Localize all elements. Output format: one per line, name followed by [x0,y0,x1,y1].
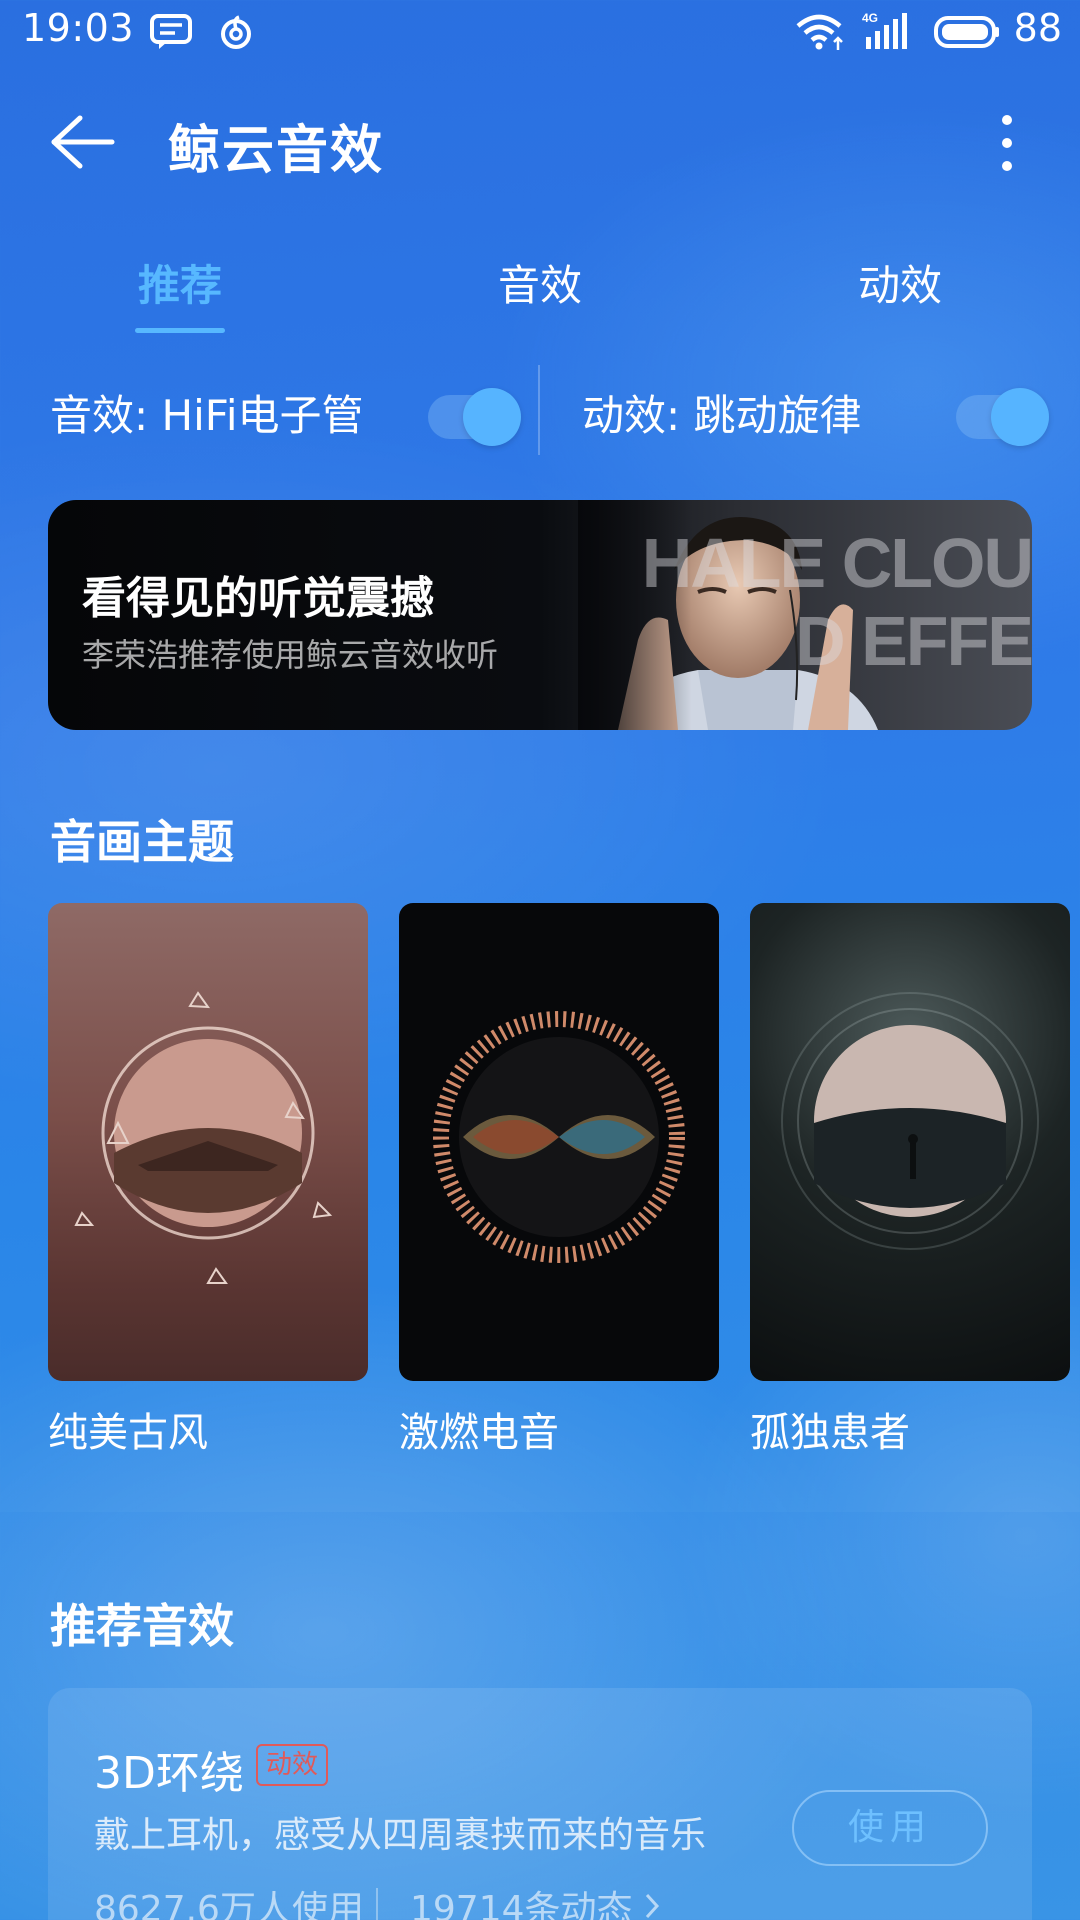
banner-image-text: HALE CLOU D EFFE [642,524,1032,680]
message-icon [148,12,194,52]
theme-card-ancient[interactable] [48,903,368,1381]
sound-effect-label: 音效: HiFi电子管 [50,391,364,440]
signal-icon: 4G [862,11,912,52]
theme-label: 激燃电音 [399,1410,559,1456]
effect-badge: 动效 [256,1744,329,1786]
tab-motion-effect[interactable]: 动效 [780,252,1020,313]
more-vertical-icon [1002,115,1012,171]
tab-sound-effect[interactable]: 音效 [420,252,660,313]
tab-indicator [135,328,225,333]
effect-posts-link[interactable]: 19714条动态 [410,1880,663,1920]
motion-effect-toggle[interactable] [956,388,1056,446]
status-time: 19:03 [22,6,135,50]
more-menu-button[interactable] [990,112,1024,174]
banner-image-text-line: D EFFE [795,602,1032,680]
theme-art [781,992,1039,1250]
banner-image-text-line: HALE CLOU [641,524,1032,602]
theme-card-lonely[interactable] [750,903,1070,1381]
tab-recommend[interactable]: 推荐 [60,252,300,313]
back-button[interactable] [48,112,118,172]
effect-users: 8627.6万人使用 [94,1889,364,1920]
theme-art [74,991,333,1284]
toggle-knob [463,388,521,446]
sound-effect-toggle[interactable] [428,388,528,446]
toggle-divider [538,365,540,455]
netease-music-icon [214,12,258,52]
effect-title: 3D环绕 [94,1748,244,1799]
effect-posts: 19714条动态 [410,1889,633,1920]
wifi-icon [794,12,844,52]
back-arrow-icon [51,115,115,169]
themes-section-title: 音画主题 [50,815,234,869]
battery-icon [934,12,1000,52]
network-type: 4G [862,11,878,25]
promo-banner[interactable]: HALE CLOU D EFFE 看得见的听觉震撼 李荣浩推荐使用鲸云音效收听 [48,500,1032,730]
banner-title: 看得见的听觉震撼 [82,573,434,624]
recommended-section-title: 推荐音效 [50,1599,234,1653]
effect-description: 戴上耳机，感受从四周裹挟而来的音乐 [94,1815,707,1856]
chevron-right-icon [645,1893,659,1919]
battery-percent: 88 [1013,6,1062,50]
use-button[interactable]: 使用 [792,1790,988,1866]
toggle-knob [991,388,1049,446]
status-bar: 19:03 4G 88 [0,0,1080,64]
page-title: 鲸云音效 [168,121,385,181]
motion-effect-label: 动效: 跳动旋律 [582,391,862,440]
banner-subtitle: 李荣浩推荐使用鲸云音效收听 [82,636,499,674]
theme-label: 孤独患者 [750,1410,910,1456]
theme-card-electronic[interactable] [399,903,719,1381]
stat-divider [376,1888,378,1920]
theme-art [433,1011,685,1263]
theme-label: 纯美古风 [48,1410,208,1456]
